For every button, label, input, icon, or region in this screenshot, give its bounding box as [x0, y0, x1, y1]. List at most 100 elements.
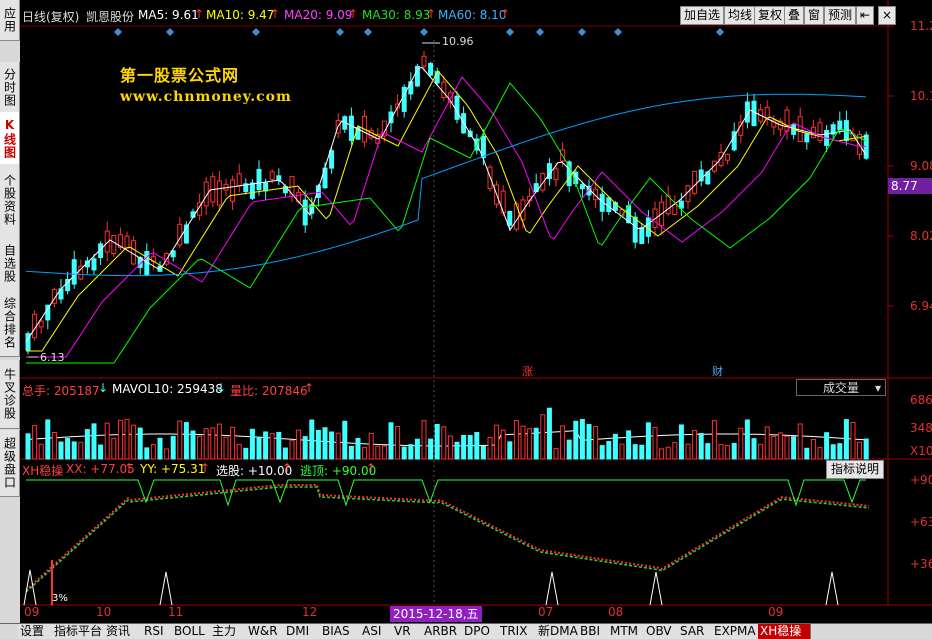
indicator-help-button[interactable]: 指标说明: [826, 460, 885, 479]
limit-up-marker[interactable]: 涨: [522, 363, 533, 379]
bottom-tab-8[interactable]: BIAS: [320, 624, 361, 639]
signal-diamond: [506, 28, 514, 36]
indicator-dropdown-label: 成交量: [823, 381, 860, 395]
bottom-tab-19[interactable]: EXPMA: [712, 624, 759, 639]
candle-body: [177, 223, 183, 246]
collapse-left-icon[interactable]: ⇤: [856, 6, 875, 25]
tab-ranking[interactable]: 综合排名: [0, 290, 20, 357]
volume-bar: [810, 438, 816, 460]
indicator-tick: +63.25: [910, 515, 932, 529]
volume-bar: [210, 427, 216, 460]
bottom-tab-9[interactable]: ASI: [360, 624, 393, 639]
signal-diamond: [578, 28, 586, 36]
volume-bar: [692, 429, 698, 460]
low-price-label: 6.13: [40, 351, 65, 364]
volume-bar: [38, 443, 44, 460]
bottom-tab-16[interactable]: MTM: [608, 624, 645, 639]
indicator-dropdown[interactable]: 成交量 ▾: [796, 379, 886, 396]
bottom-tab-20[interactable]: XH稳操: [758, 624, 811, 639]
bottom-tab-6[interactable]: W&R: [246, 624, 285, 639]
add-watchlist-button[interactable]: 加自选: [680, 6, 725, 25]
select-spike: [825, 571, 839, 606]
tab-timeshare[interactable]: 分时图: [0, 62, 20, 113]
candle-body: [579, 184, 585, 190]
signal-diamond: [114, 28, 122, 36]
bottom-tab-14[interactable]: 新DMA: [536, 624, 579, 639]
volume-bar: [329, 431, 335, 460]
bottom-tab-12[interactable]: DPO: [462, 624, 499, 639]
ma30-up-arrow-icon: ↑: [426, 7, 437, 21]
escape-threshold-line: [26, 479, 866, 507]
bottom-tab-15[interactable]: BBI: [578, 624, 609, 639]
bottom-tab-7[interactable]: DMI: [284, 624, 321, 639]
volume-bar: [467, 434, 473, 460]
tab-diagnosis-label: 牛叉诊股: [2, 368, 17, 420]
candle-body: [672, 203, 678, 215]
tab-watchlist[interactable]: 自选股: [0, 236, 20, 291]
tab-apps[interactable]: 应用: [0, 0, 20, 41]
volume-bar: [58, 441, 64, 460]
forecast-button[interactable]: 预测: [824, 6, 857, 25]
window-button[interactable]: 窗: [804, 6, 825, 25]
stock-name: 凯恩股份: [86, 10, 135, 24]
current-price-marker: 8.77: [888, 178, 932, 194]
x-tick: 09: [24, 605, 40, 619]
tab-stock-info-label: 个股资料: [2, 174, 17, 226]
volume-bar: [533, 427, 539, 460]
ma60-up-arrow-icon: ↑: [500, 7, 511, 21]
volume-bar: [520, 425, 526, 460]
volume-bar: [698, 433, 704, 460]
overlay-button[interactable]: 叠: [784, 6, 805, 25]
candle-body: [804, 133, 810, 143]
ma-button[interactable]: 均线: [724, 6, 757, 25]
bottom-tab-1[interactable]: 指标平台: [52, 624, 105, 639]
signal-diamond: [252, 28, 260, 36]
tab-level2[interactable]: 超级盘口: [0, 430, 20, 497]
volume-tick: 34888: [910, 421, 932, 435]
volume-bar: [309, 419, 315, 460]
volume-bar: [71, 441, 77, 460]
volume-bar: [791, 436, 797, 460]
chart-area[interactable]: 日线(复权) 凯恩股份 MA5: 9.61 ↑ MA10: 9.47 ↑ MA2…: [20, 0, 932, 623]
xx-up-arrow-icon: ↑: [124, 461, 135, 475]
volume-bar: [84, 429, 90, 460]
bottom-tab-10[interactable]: VR: [392, 624, 423, 639]
signal-diamonds: [114, 28, 724, 36]
ma-line-2: [26, 76, 867, 358]
candle-body: [837, 120, 843, 131]
volume-bar: [731, 442, 737, 460]
volume-bar: [665, 446, 671, 460]
bottom-tab-5[interactable]: 主力: [210, 624, 247, 639]
candle-body: [692, 170, 698, 194]
volume-bar: [626, 430, 632, 460]
close-icon[interactable]: ×: [878, 6, 897, 25]
ma-line-4: [25, 93, 867, 277]
volume-bar: [177, 420, 183, 460]
left-tab-bar: 应用 分时图 K线图 个股资料 自选股 综合排名 牛叉诊股 超级盘口: [0, 0, 20, 623]
tab-diagnosis[interactable]: 牛叉诊股: [0, 360, 20, 429]
tab-kline[interactable]: K线图: [0, 112, 20, 165]
volume-bar: [368, 432, 374, 460]
finance-marker[interactable]: 财: [712, 363, 723, 379]
adjust-button[interactable]: 复权: [754, 6, 787, 25]
ma20-value: MA20: 9.09: [284, 8, 353, 22]
volume-bar: [540, 414, 546, 460]
bottom-tab-18[interactable]: SAR: [678, 624, 713, 639]
volume-bar: [494, 424, 500, 460]
bottom-tab-17[interactable]: OBV: [644, 624, 679, 639]
bottom-tab-4[interactable]: BOLL: [172, 624, 211, 639]
tab-stock-info[interactable]: 个股资料: [0, 164, 20, 237]
x-tick: 07: [538, 605, 554, 619]
volume-bar: [751, 438, 757, 460]
bottom-tab-13[interactable]: TRIX: [498, 624, 537, 639]
bottom-tab-3[interactable]: RSI: [142, 624, 173, 639]
candle-body: [797, 116, 803, 143]
bottom-tab-11[interactable]: ARBR: [422, 624, 463, 639]
bottom-tab-2[interactable]: 资讯: [104, 624, 143, 639]
yy-up-arrow-icon: ↑: [200, 461, 211, 475]
volume-bar: [249, 428, 255, 460]
bottom-tab-0[interactable]: 设置: [18, 624, 53, 639]
volume-bar: [282, 447, 288, 460]
watermark-title: 第一股票公式网: [120, 66, 240, 85]
price-tick: 8.02: [910, 229, 932, 243]
